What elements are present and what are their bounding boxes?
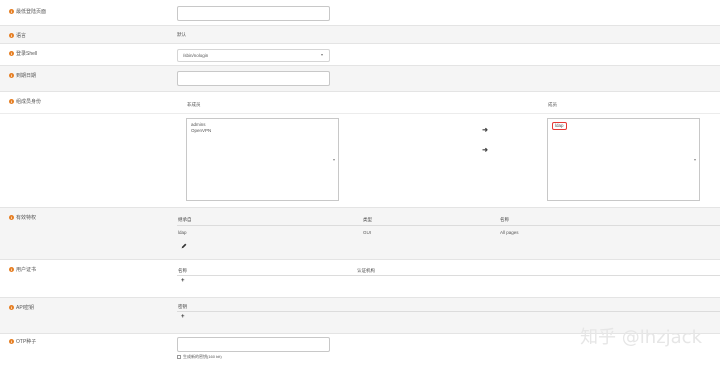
watermark: 知乎 @lhzjack — [580, 327, 702, 348]
list-item-highlighted[interactable]: ldap — [552, 122, 567, 130]
group-membership-label: i 组成员身份 — [9, 99, 42, 105]
divider — [0, 113, 720, 114]
column-header: 名称 — [500, 217, 509, 222]
move-to-members-arrow-icon[interactable]: ➜ — [481, 126, 489, 134]
language-label: i 语言 — [9, 33, 27, 39]
info-icon: i — [9, 33, 14, 38]
login-shell-select[interactable]: /sbin/nologin ▾ — [177, 49, 330, 62]
row-expiry-date: i 到期日期 — [0, 66, 720, 92]
info-icon: i — [9, 73, 14, 78]
expiry-date-input[interactable] — [177, 71, 330, 86]
generate-key-label: 生成新的密钥(160 bit) — [183, 354, 222, 359]
otp-seed-label: i OTP种子 — [9, 339, 37, 345]
info-icon: i — [9, 99, 14, 104]
member-header: 成员 — [548, 102, 557, 107]
user-certificates-label: i 用户证书 — [9, 267, 37, 273]
column-header: 继承自 — [178, 217, 192, 222]
divider — [177, 311, 720, 312]
home-page-input[interactable] — [177, 6, 330, 21]
column-header: 密钥 — [178, 304, 187, 309]
effective-privileges-label: i 有效特权 — [9, 215, 37, 221]
move-to-non-members-arrow-icon[interactable]: ➜ — [481, 146, 489, 154]
member-listbox[interactable]: ldap ▾ — [547, 118, 700, 201]
expiry-date-label: i 到期日期 — [9, 73, 37, 79]
info-icon: i — [9, 267, 14, 272]
home-page-label: i 最低登陆页面 — [9, 9, 47, 15]
info-icon: i — [9, 51, 14, 56]
column-header: 名称 — [178, 268, 187, 273]
pencil-icon[interactable] — [181, 243, 187, 249]
language-value: 默认 — [177, 32, 186, 37]
otp-seed-input[interactable] — [177, 337, 330, 352]
row-group-membership: i 组成员身份 非成员 成员 admins OpenVPN ▾ ➜ ➜ ldap… — [0, 92, 720, 208]
chevron-down-icon: ▾ — [693, 157, 696, 162]
info-icon: i — [9, 305, 14, 310]
login-shell-label: i 登录Shell — [9, 51, 38, 57]
not-member-header: 非成员 — [187, 102, 201, 107]
chevron-down-icon: ▾ — [332, 157, 335, 162]
info-icon: i — [9, 9, 14, 14]
table-cell: GUI — [363, 230, 372, 235]
list-item[interactable]: OpenVPN — [191, 128, 334, 134]
divider — [177, 225, 720, 226]
row-login-shell: i 登录Shell /sbin/nologin ▾ — [0, 44, 720, 66]
column-header: 认证机构 — [357, 268, 375, 273]
add-icon[interactable]: + — [181, 278, 185, 284]
generate-key-checkbox[interactable] — [177, 355, 181, 359]
chevron-down-icon: ▾ — [320, 52, 323, 57]
info-icon: i — [9, 215, 14, 220]
api-keys-label: i API密钥 — [9, 305, 35, 311]
row-effective-privileges: i 有效特权 继承自 类型 名称 ldap GUI All pages — [0, 208, 720, 260]
row-home-page: i 最低登陆页面 — [0, 0, 720, 26]
divider — [177, 275, 720, 276]
table-cell: ldap — [178, 230, 187, 235]
row-user-certificates: i 用户证书 名称 认证机构 + — [0, 260, 720, 298]
table-cell: All pages — [500, 230, 519, 235]
info-icon: i — [9, 339, 14, 344]
add-icon[interactable]: + — [181, 314, 185, 320]
column-header: 类型 — [363, 217, 372, 222]
row-language: i 语言 默认 — [0, 26, 720, 44]
not-member-listbox[interactable]: admins OpenVPN ▾ — [186, 118, 339, 201]
